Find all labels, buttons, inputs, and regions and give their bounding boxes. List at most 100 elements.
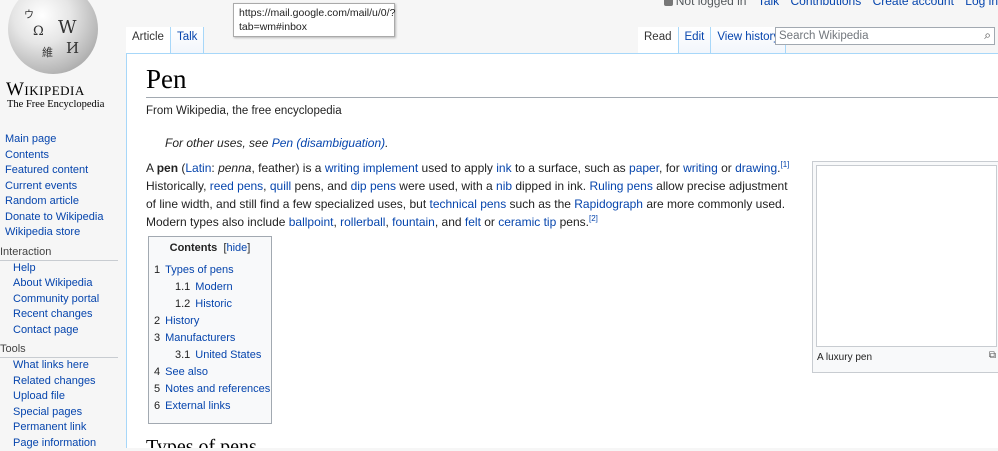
sidebar-item-main-page[interactable]: Main page bbox=[5, 133, 56, 145]
link-felt[interactable]: felt bbox=[465, 215, 481, 229]
text: or bbox=[717, 161, 736, 175]
globe-glyph-u: ウ bbox=[24, 10, 34, 21]
text: such as the bbox=[506, 197, 575, 211]
not-logged-in-label: Not logged in bbox=[675, 0, 747, 8]
sidebar-item-what-links-here[interactable]: What links here bbox=[13, 359, 89, 371]
disambiguation-link[interactable]: Pen (disambiguation) bbox=[272, 136, 385, 150]
toc-number: 5 bbox=[154, 383, 161, 395]
sidebar-item-current-events[interactable]: Current events bbox=[5, 180, 77, 192]
link-ceramic-tip[interactable]: ceramic tip bbox=[498, 215, 556, 229]
sidebar-item-related-changes[interactable]: Related changes bbox=[13, 375, 96, 387]
toc-label: External links bbox=[165, 400, 231, 412]
link-technical-pens[interactable]: technical pens bbox=[430, 197, 507, 211]
reference-2[interactable]: [2] bbox=[589, 214, 598, 223]
log-in-link[interactable]: Log in bbox=[965, 0, 998, 8]
link-writing-implement[interactable]: writing implement bbox=[325, 161, 418, 175]
sidebar-item-special-pages[interactable]: Special pages bbox=[13, 406, 82, 418]
link-ink[interactable]: ink bbox=[496, 161, 511, 175]
sidebar-item-contact-page[interactable]: Contact page bbox=[13, 324, 78, 336]
toc-item[interactable]: 3.1 United States bbox=[175, 349, 261, 361]
toc-hide-toggle: [hide] bbox=[223, 242, 251, 254]
toc-number: 4 bbox=[154, 366, 161, 378]
toc-label: Historic bbox=[195, 298, 232, 310]
link-rapidograph[interactable]: Rapidograph bbox=[574, 197, 643, 211]
enlarge-icon[interactable]: ⧉ bbox=[989, 350, 996, 361]
magnifier-icon[interactable]: ⌕ bbox=[984, 27, 991, 44]
toc-number: 1.2 bbox=[175, 298, 191, 310]
link-drawing[interactable]: drawing bbox=[735, 161, 777, 175]
content-area: Pen From Wikipedia, the free encyclopedi… bbox=[126, 53, 998, 448]
contributions-link[interactable]: Contributions bbox=[791, 0, 862, 8]
table-of-contents: Contents [hide] 1 Types of pens 1.1 Modern… bbox=[148, 236, 272, 424]
toc-hide-link[interactable]: hide bbox=[227, 242, 248, 254]
toc-label: Manufacturers bbox=[165, 332, 236, 344]
sidebar-item-permanent-link[interactable]: Permanent link bbox=[13, 421, 86, 433]
sidebar-item-upload-file[interactable]: Upload file bbox=[13, 390, 65, 402]
site-subtitle: From Wikipedia, the free encyclopedia bbox=[146, 105, 342, 117]
view-tabs: Read Edit View history bbox=[638, 27, 787, 53]
link-quill[interactable]: quill bbox=[270, 179, 291, 193]
toc-item[interactable]: 5 Notes and references bbox=[154, 383, 270, 395]
search-input[interactable]: Search Wikipedia ⌕ bbox=[775, 27, 995, 45]
not-logged-in: Not logged in bbox=[663, 0, 747, 8]
sidebar-item-recent-changes[interactable]: Recent changes bbox=[13, 308, 93, 320]
link-nib[interactable]: nib bbox=[496, 179, 512, 193]
toc-number: 6 bbox=[154, 400, 161, 412]
wordmark: Wikipedia bbox=[6, 79, 85, 101]
toc-item[interactable]: 6 External links bbox=[154, 400, 231, 412]
sidebar-item-community-portal[interactable]: Community portal bbox=[13, 293, 99, 305]
tab-article[interactable]: Article bbox=[126, 27, 171, 53]
sidebar-navigation: Main page Contents Featured content Curr… bbox=[0, 132, 125, 241]
toc-label: See also bbox=[165, 366, 208, 378]
globe-glyph-omega: Ω bbox=[33, 24, 44, 39]
text: , feather) is a bbox=[251, 161, 325, 175]
toc-number: 1.1 bbox=[175, 281, 191, 293]
sidebar-item-contents[interactable]: Contents bbox=[5, 149, 49, 161]
toc-label: Notes and references bbox=[165, 383, 271, 395]
tab-talk[interactable]: Talk bbox=[170, 27, 205, 53]
sidebar: Main page Contents Featured content Curr… bbox=[0, 132, 125, 451]
toc-item[interactable]: 4 See also bbox=[154, 366, 208, 378]
globe-glyph-w: W bbox=[58, 17, 77, 38]
toc-item[interactable]: 1.1 Modern bbox=[175, 281, 233, 293]
toc-label: Types of pens bbox=[165, 264, 234, 276]
link-reed-pens[interactable]: reed pens bbox=[210, 179, 263, 193]
namespace-tabs: Article Talk bbox=[126, 27, 205, 53]
sidebar-item-about[interactable]: About Wikipedia bbox=[13, 277, 93, 289]
link-ballpoint[interactable]: ballpoint bbox=[289, 215, 334, 229]
text: A bbox=[146, 161, 157, 175]
sidebar-item-random-article[interactable]: Random article bbox=[5, 195, 79, 207]
toc-item[interactable]: 1.2 Historic bbox=[175, 298, 232, 310]
personal-tools: Not logged in Talk Contributions Create … bbox=[656, 0, 998, 8]
pen-image[interactable] bbox=[816, 165, 997, 347]
text: , for bbox=[659, 161, 684, 175]
sidebar-item-help[interactable]: Help bbox=[13, 262, 36, 274]
tab-edit[interactable]: Edit bbox=[678, 27, 712, 53]
wikipedia-logo[interactable]: Ω W И 維 ウ Wikipedia The Free Encyclopedi… bbox=[0, 0, 130, 118]
toc-title-label: Contents bbox=[169, 242, 218, 254]
toc-item[interactable]: 2 History bbox=[154, 315, 199, 327]
text: or bbox=[480, 215, 499, 229]
sidebar-item-donate[interactable]: Donate to Wikipedia bbox=[5, 211, 103, 223]
reference-1[interactable]: [1] bbox=[780, 160, 789, 169]
link-paper[interactable]: paper bbox=[629, 161, 659, 175]
create-account-link[interactable]: Create account bbox=[873, 0, 954, 8]
sidebar-item-store[interactable]: Wikipedia store bbox=[5, 226, 80, 238]
toc-item[interactable]: 3 Manufacturers bbox=[154, 332, 235, 344]
text: , bbox=[263, 179, 270, 193]
link-writing[interactable]: writing bbox=[683, 161, 718, 175]
sidebar-item-featured-content[interactable]: Featured content bbox=[5, 164, 88, 176]
toc-item[interactable]: 1 Types of pens bbox=[154, 264, 234, 276]
text: pens. bbox=[556, 215, 589, 229]
link-rollerball[interactable]: rollerball bbox=[340, 215, 385, 229]
page-title: Pen bbox=[146, 64, 187, 94]
hatnote-prefix: For other uses, see bbox=[165, 136, 272, 150]
tooltip-line-1: https://mail.google.com/mail/u/0/? bbox=[239, 7, 396, 19]
tagline: The Free Encyclopedia bbox=[7, 99, 105, 110]
link-fountain[interactable]: fountain bbox=[392, 215, 435, 229]
link-dip-pens[interactable]: dip pens bbox=[351, 179, 396, 193]
tab-read[interactable]: Read bbox=[638, 27, 679, 53]
talk-link[interactable]: Talk bbox=[758, 0, 779, 8]
link-latin[interactable]: Latin bbox=[185, 161, 211, 175]
link-ruling-pens[interactable]: Ruling pens bbox=[589, 179, 652, 193]
